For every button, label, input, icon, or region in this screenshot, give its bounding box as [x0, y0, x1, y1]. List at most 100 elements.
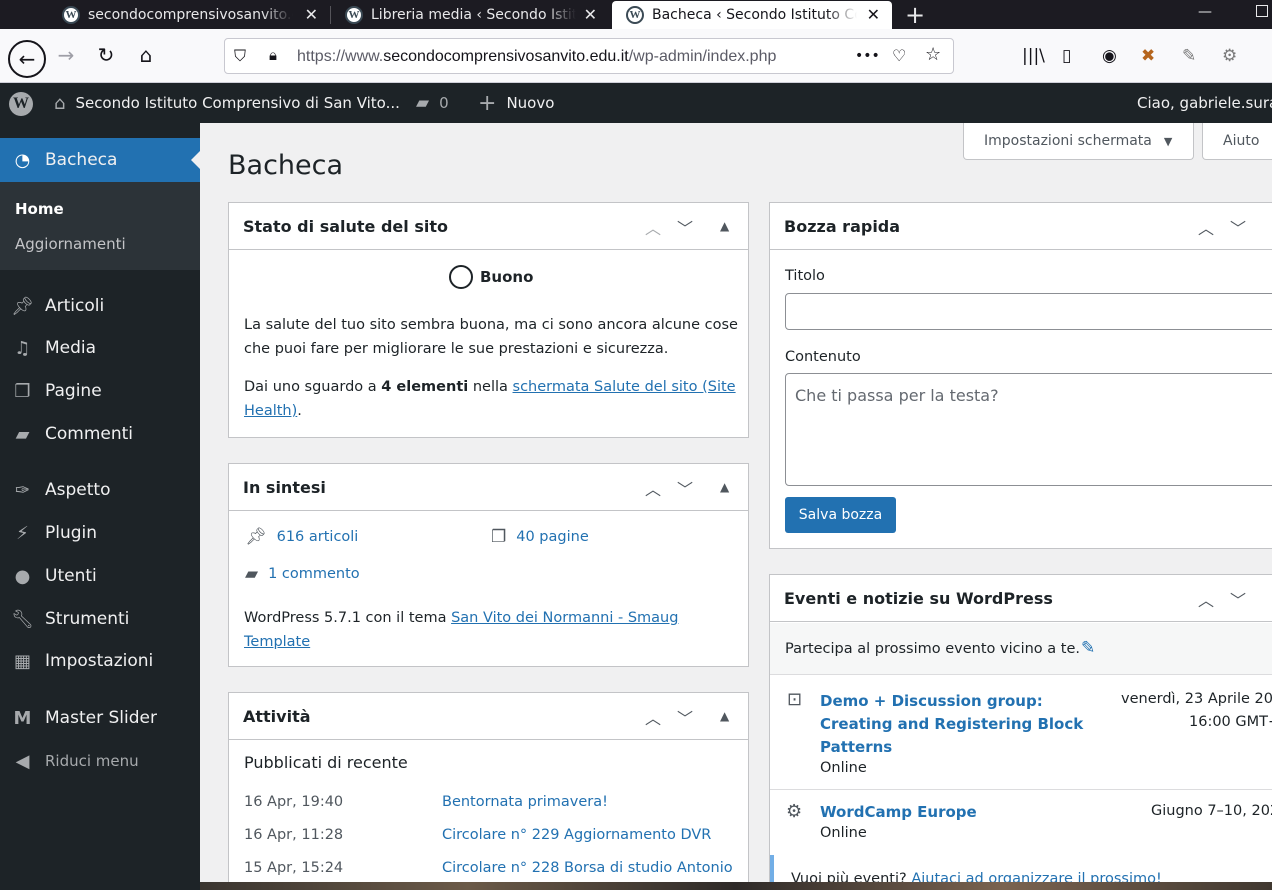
sidebar-item-strumenti[interactable]: 🔧︎ Strumenti — [0, 599, 200, 639]
url-bar[interactable]: ⛉ 🔒︎ https://www.secondocomprensivosanvi… — [224, 38, 954, 74]
theme-link[interactable]: San Vito dei Normanni - Smaug — [451, 610, 678, 626]
sidebar-item-media[interactable]: ♫ Media — [0, 328, 200, 368]
site-health-widget: Stato di salute del sito ︿ ﹀ ▲ Buono La … — [228, 202, 749, 438]
sidebar-item-master-slider[interactable]: M Master Slider — [0, 698, 200, 738]
lock-icon[interactable]: 🔒︎ — [269, 46, 277, 64]
move-up-icon[interactable]: ︿ — [645, 476, 661, 500]
reload-icon[interactable]: ↻ — [90, 39, 122, 71]
move-down-icon[interactable]: ﹀ — [1230, 215, 1246, 239]
wordpress-logo-icon[interactable]: W — [9, 92, 33, 116]
new-tab-button[interactable]: + — [900, 0, 930, 29]
shield-icon[interactable]: ⛉ — [234, 46, 246, 66]
sidebar-item-bacheca[interactable]: ◔ Bacheca — [0, 138, 200, 182]
master-slider-icon: M — [13, 707, 32, 729]
move-down-icon[interactable]: ﹀ — [677, 705, 693, 729]
pencil-icon[interactable]: ✎ — [1081, 638, 1095, 658]
move-up-icon[interactable]: ︿ — [1198, 587, 1214, 611]
sidebar-icon[interactable]: ▯ — [1062, 46, 1071, 66]
help-button[interactable]: Aiuto — [1202, 123, 1272, 160]
wordpress-version-text: WordPress 5.7.1 con il tema San Vito dei… — [244, 610, 679, 650]
move-up-icon[interactable]: ︿ — [1198, 215, 1214, 239]
close-icon[interactable]: ✕ — [305, 6, 318, 23]
browser-tab[interactable]: W Libreria media ‹ Secondo Istituto ✕ — [331, 0, 609, 29]
wordpress-icon: W — [626, 6, 644, 24]
toggle-panel-icon[interactable]: ▲ — [720, 219, 729, 233]
extension-icon[interactable]: ✖ — [1141, 46, 1155, 66]
home-icon: ⌂ — [54, 92, 66, 114]
comment-bubble-icon: ▰ — [245, 564, 259, 584]
tab-label: Bacheca ‹ Secondo Istituto Comprensivo — [652, 7, 857, 23]
pages-count-link[interactable]: ❐ 40 pagine — [491, 527, 589, 547]
site-health-link[interactable]: Health) — [244, 403, 297, 419]
sidebar-item-pagine[interactable]: ❐ Pagine — [0, 371, 200, 411]
page-title: Bacheca — [228, 150, 344, 181]
bookmark-star-icon[interactable]: ☆ — [925, 44, 941, 65]
pocket-icon[interactable]: ♡ — [892, 46, 906, 65]
maximize-icon[interactable] — [1256, 5, 1268, 17]
close-icon[interactable]: ✕ — [867, 7, 880, 23]
forward-arrow-icon[interactable]: → — [50, 39, 82, 71]
posts-count-link[interactable]: 📌︎ 616 articoli — [245, 527, 358, 547]
events-news-widget: Eventi e notizie su WordPress ︿ ﹀ Partec… — [769, 574, 1272, 890]
home-icon[interactable]: ⌂ — [130, 39, 162, 71]
browser-tab-active[interactable]: W Bacheca ‹ Secondo Istituto Comprensivo… — [612, 1, 892, 29]
event-location: Online — [820, 825, 867, 841]
event-location: Online — [820, 760, 867, 776]
more-icon[interactable]: ••• — [855, 48, 880, 64]
comments-count-link[interactable]: ▰ 1 commento — [245, 564, 360, 584]
pages-icon: ❐ — [14, 380, 31, 402]
move-down-icon[interactable]: ﹀ — [1230, 587, 1246, 611]
close-icon[interactable]: ✕ — [584, 6, 597, 23]
toggle-panel-icon[interactable]: ▲ — [720, 709, 729, 723]
activity-post-link[interactable]: Circolare n° 229 Aggiornamento DVR — [442, 827, 711, 843]
admin-bar-new[interactable]: + Nuovo — [478, 83, 554, 123]
draft-title-input[interactable] — [785, 293, 1272, 330]
admin-bar-site[interactable]: ⌂ Secondo Istituto Comprensivo di San Vi… — [54, 83, 400, 123]
minimize-icon[interactable]: — — [1198, 4, 1212, 20]
wordpress-icon: W — [345, 5, 363, 24]
widget-header: Eventi e notizie su WordPress ︿ ﹀ — [770, 575, 1272, 622]
gear-icon[interactable]: ⚙ — [1222, 46, 1237, 66]
site-health-link[interactable]: schermata Salute del sito (Site — [513, 379, 736, 395]
move-down-icon[interactable]: ﹀ — [677, 215, 693, 239]
screen-options-button[interactable]: Impostazioni schermata ▼ — [963, 123, 1194, 160]
sidebar-item-plugin[interactable]: ⚡︎ Plugin — [0, 513, 200, 553]
event-title-link[interactable]: Demo + Discussion group: Creating and Re… — [820, 690, 1083, 759]
account-icon[interactable]: ◉ — [1102, 46, 1117, 66]
sidebar-item-commenti[interactable]: ▰ Commenti — [0, 414, 200, 454]
back-arrow-icon[interactable]: ← — [8, 40, 46, 78]
sidebar-item-aspetto[interactable]: ✑ Aspetto — [0, 470, 200, 510]
draft-content-textarea[interactable]: Che ti passa per la testa? — [785, 373, 1272, 486]
activity-post-link[interactable]: Bentornata primavera! — [442, 794, 608, 810]
media-icon: ♫ — [14, 337, 31, 359]
browser-tab[interactable]: W secondocomprensivosanvito.edu.it ✕ — [48, 0, 330, 29]
theme-link[interactable]: Template — [244, 634, 310, 650]
admin-sidebar: ◔ Bacheca Home Aggiornamenti 📌︎ Articoli … — [0, 123, 200, 890]
move-up-icon[interactable]: ︿ — [645, 215, 661, 239]
admin-bar-comments[interactable]: ▰ 0 — [416, 83, 449, 123]
widget-title: Attività — [243, 707, 311, 726]
dashboard-gauge-icon: ◔ — [14, 149, 31, 171]
event-title-link[interactable]: WordCamp Europe — [820, 803, 977, 821]
admin-bar-account[interactable]: Ciao, gabriele.surano — [1137, 83, 1272, 123]
activity-date: 15 Apr, 15:24 — [244, 860, 344, 876]
comment-bubble-icon: ▰ — [416, 93, 430, 113]
move-up-icon[interactable]: ︿ — [645, 705, 661, 729]
move-down-icon[interactable]: ﹀ — [677, 476, 693, 500]
toggle-panel-icon[interactable]: ▲ — [720, 480, 729, 494]
activity-post-link[interactable]: Circolare n° 228 Borsa di studio Antonio — [442, 860, 733, 876]
draft-title-label: Titolo — [785, 268, 825, 284]
collapse-menu-button[interactable]: ◀ Riduci menu — [0, 741, 200, 781]
sidebar-item-impostazioni[interactable]: ▦ Impostazioni — [0, 641, 200, 681]
event-date: Giugno 7–10, 2021 — [1151, 803, 1272, 819]
sidebar-item-utenti[interactable]: ● Utenti — [0, 556, 200, 596]
save-draft-button[interactable]: Salva bozza — [785, 497, 896, 533]
library-icon[interactable]: |||\ — [1022, 46, 1045, 66]
submenu-aggiornamenti[interactable]: Aggiornamenti — [15, 235, 126, 253]
tab-label: Libreria media ‹ Secondo Istituto — [371, 6, 576, 23]
activity-widget: Attività ︿ ﹀ ▲ Pubblicati di recente 16 … — [228, 692, 749, 890]
eyedropper-icon[interactable]: ✎ — [1182, 46, 1196, 66]
submenu-home[interactable]: Home — [15, 200, 64, 218]
sidebar-item-articoli[interactable]: 📌︎ Articoli — [0, 286, 200, 326]
url-text[interactable]: https://www.secondocomprensivosanvito.ed… — [297, 48, 776, 66]
